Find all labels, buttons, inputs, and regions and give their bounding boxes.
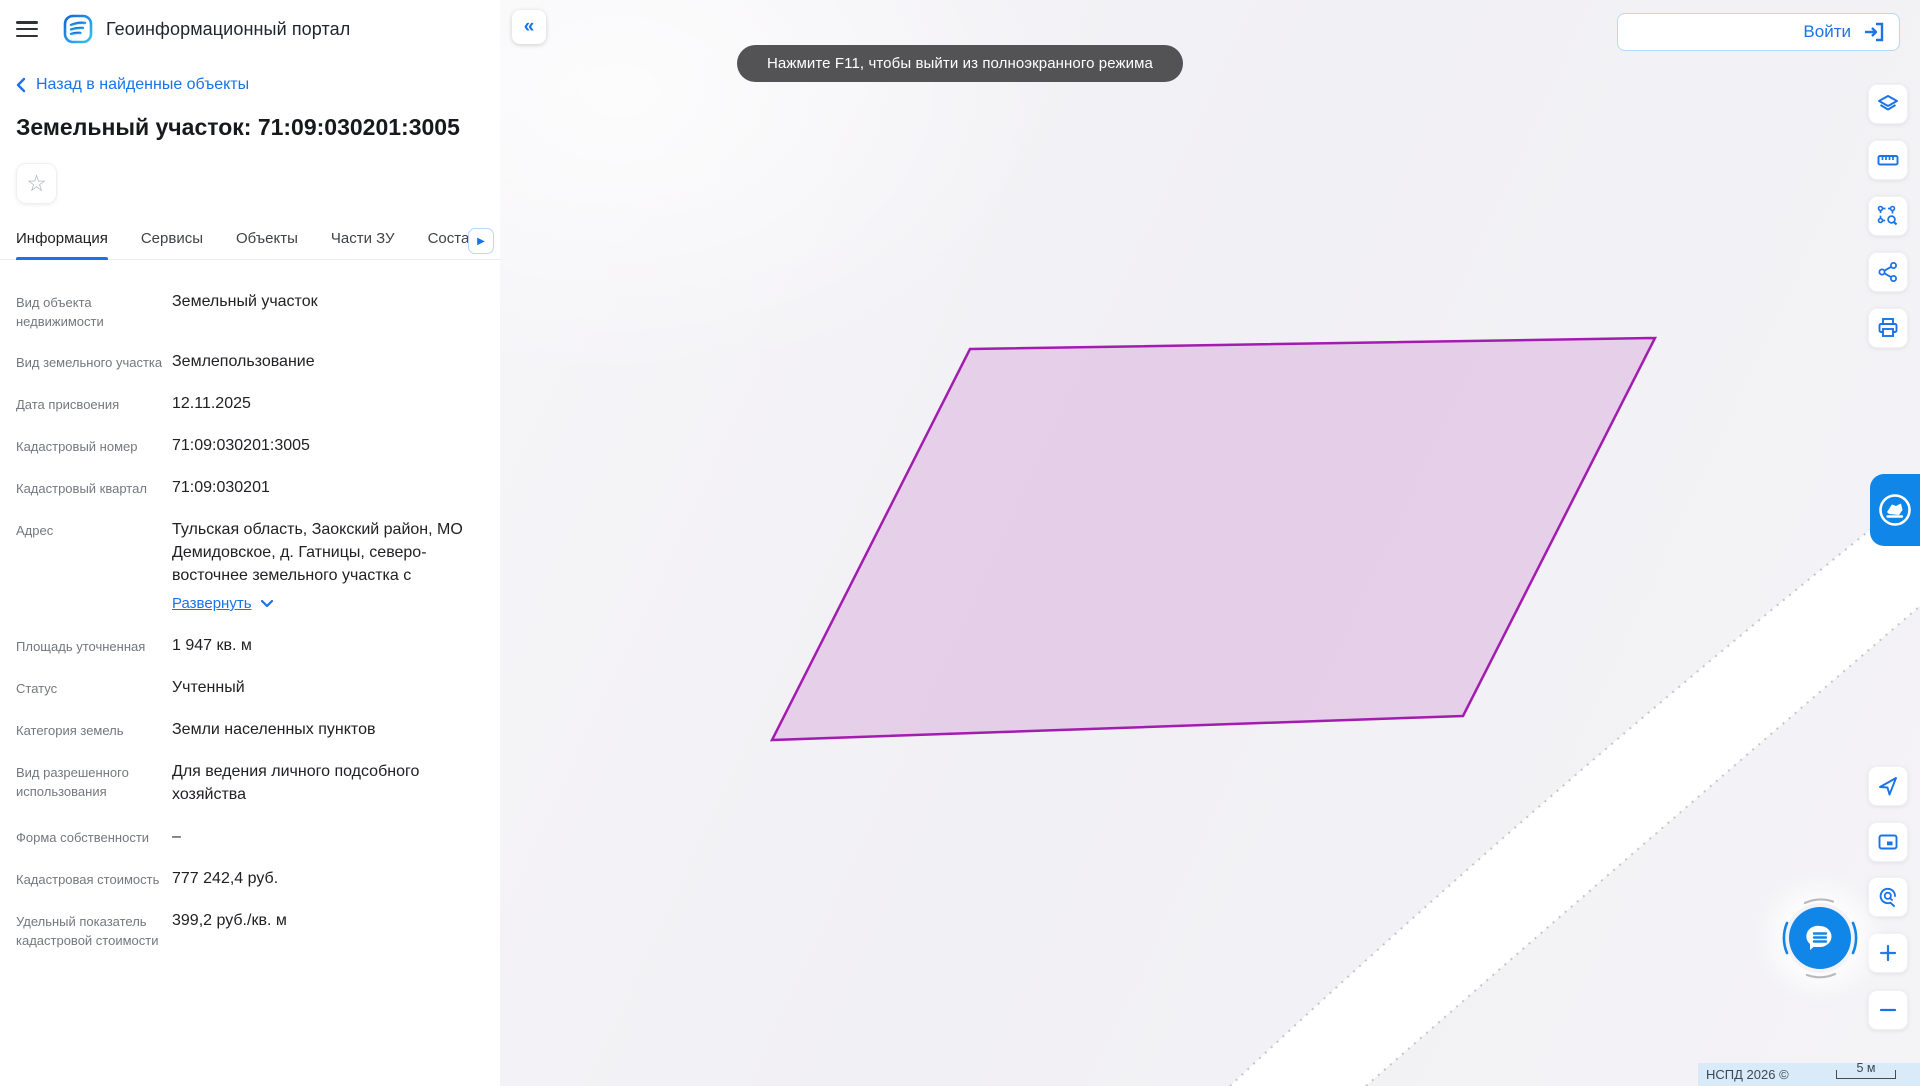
field-row: Вид разрешенного использования Для веден…	[16, 760, 484, 806]
info-panel: Геоинформационный портал Назад в найденн…	[0, 0, 500, 1086]
scale-bar: 5 м	[1836, 1070, 1896, 1079]
locate-button[interactable]	[1868, 766, 1908, 806]
field-row: Кадастровая стоимость 777 242,4 руб.	[16, 867, 484, 890]
share-button[interactable]	[1868, 252, 1908, 292]
nspd-logo-icon	[1876, 491, 1914, 529]
chat-widget	[1777, 895, 1863, 981]
scale-label: 5 м	[1837, 1062, 1895, 1075]
map-features	[500, 0, 1920, 1086]
area-search-button[interactable]	[1868, 196, 1908, 236]
tab-bar: Информация Сервисы Объекты Части ЗУ Сост…	[0, 226, 500, 260]
field-row: Категория земель Земли населенных пункто…	[16, 718, 484, 741]
field-row: Кадастровый номер 71:09:030201:3005	[16, 434, 484, 457]
attribution-text: НСПД 2026 ©	[1706, 1067, 1789, 1082]
tab-information[interactable]: Информация	[16, 230, 108, 259]
panel-header: Геоинформационный портал	[0, 0, 500, 58]
ruler-icon	[1876, 148, 1900, 172]
map-attribution-bar: НСПД 2026 © 5 м	[1698, 1063, 1920, 1086]
page-title: Земельный участок: 71:09:030201:3005	[16, 114, 484, 141]
tab-composition[interactable]: Состав	[428, 230, 474, 259]
print-button[interactable]	[1868, 308, 1908, 348]
field-list: Вид объекта недвижимости Земельный участ…	[0, 260, 500, 950]
favorite-button[interactable]: ☆	[16, 163, 57, 204]
field-row: Статус Учтенный	[16, 676, 484, 699]
chat-button[interactable]	[1789, 907, 1851, 969]
overview-map-button[interactable]	[1868, 822, 1908, 862]
field-row: Дата присвоения 12.11.2025	[16, 392, 484, 415]
tab-objects[interactable]: Объекты	[236, 230, 298, 259]
field-row: Форма собственности –	[16, 825, 484, 848]
back-link-label: Назад в найденные объекты	[36, 76, 249, 94]
map-canvas[interactable]	[500, 0, 1920, 1086]
collapse-panel-button[interactable]: «	[512, 10, 546, 44]
tab-parcel-parts[interactable]: Части ЗУ	[331, 230, 395, 259]
plus-icon	[1878, 943, 1898, 963]
area-search-icon	[1876, 204, 1900, 228]
field-row: Вид объекта недвижимости Земельный участ…	[16, 290, 484, 331]
menu-icon[interactable]	[16, 21, 38, 37]
search-on-map-button[interactable]	[1868, 877, 1908, 917]
chevron-right-icon: ▶	[477, 236, 485, 247]
zoom-out-button[interactable]	[1868, 990, 1908, 1030]
zoom-in-button[interactable]	[1868, 933, 1908, 973]
login-icon	[1863, 22, 1885, 42]
star-icon: ☆	[26, 172, 47, 195]
locate-icon	[1877, 775, 1899, 797]
nspd-widget-tab[interactable]	[1870, 474, 1920, 546]
double-chevron-left-icon: «	[524, 16, 535, 38]
print-icon	[1876, 316, 1900, 340]
layers-button[interactable]	[1868, 84, 1908, 124]
login-button[interactable]: Войти	[1617, 13, 1900, 51]
minus-icon	[1878, 1000, 1898, 1020]
back-link[interactable]: Назад в найденные объекты	[16, 76, 249, 94]
app-logo-icon	[62, 13, 94, 45]
field-row: Удельный показатель кадастровой стоимост…	[16, 909, 484, 950]
field-row: Вид земельного участка Землепользование	[16, 350, 484, 373]
field-row: Кадастровый квартал 71:09:030201	[16, 476, 484, 499]
share-icon	[1877, 261, 1899, 283]
app-title: Геоинформационный портал	[106, 19, 350, 40]
chat-bubble-icon	[1803, 921, 1837, 955]
search-on-map-icon	[1876, 885, 1900, 909]
address-value: Тульская область, Заокский район, МО Дем…	[172, 521, 463, 584]
field-row-address: Адрес Тульская область, Заокский район, …	[16, 518, 484, 615]
overview-map-icon	[1876, 830, 1900, 854]
field-row: Площадь уточненная 1 947 кв. м	[16, 634, 484, 657]
parcel-polygon[interactable]	[772, 338, 1655, 740]
tabs-overflow-button[interactable]: ▶	[468, 228, 494, 254]
layers-icon	[1876, 92, 1900, 116]
tab-services[interactable]: Сервисы	[141, 230, 203, 259]
measure-button[interactable]	[1868, 140, 1908, 180]
expand-address-link[interactable]: Развернуть	[172, 592, 274, 615]
back-chevron-icon	[16, 77, 26, 93]
fullscreen-toast: Нажмите F11, чтобы выйти из полноэкранно…	[737, 45, 1183, 82]
chevron-down-icon	[260, 599, 274, 608]
